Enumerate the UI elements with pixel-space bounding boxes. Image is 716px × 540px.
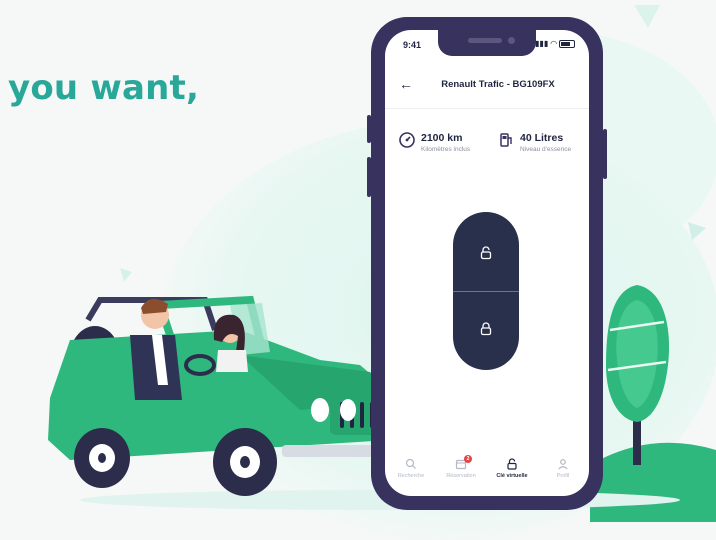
notification-badge: 2 [464,455,472,463]
virtual-key-control [453,212,519,370]
back-arrow-icon[interactable]: ← [399,76,413,92]
wifi-icon: ◠ [550,39,557,48]
battery-icon [559,39,575,48]
unlock-icon[interactable] [479,246,493,260]
tab-reservation[interactable]: 2 Réservation [437,455,485,479]
phone-side-button [367,157,371,197]
decor-triangle [120,268,132,282]
vehicle-title: Renault Trafic - BG109FX [441,79,555,90]
phone-side-button [367,115,371,143]
bottom-tab-bar: Recherche 2 Réservation Clé virtuelle Pr… [385,452,589,496]
phone-side-button [603,129,607,179]
fuel-value: 40 Litres [520,132,564,144]
headline-text: you want, [8,68,200,108]
tab-label: Clé virtuelle [496,473,528,479]
tab-recherche[interactable]: Recherche [387,458,435,479]
ground-hill [590,442,716,522]
tree [606,285,670,465]
fuel-label: Niveau d'essence [520,146,572,153]
tab-profil[interactable]: Profil [539,458,587,479]
user-icon [558,459,568,470]
signal-icon: ▮▮▮ [535,39,549,48]
lock-icon [507,458,517,470]
phone-screen: 9:41 ▮▮▮ ◠ ← Renault Trafic - BG109FX 21… [385,30,589,496]
decor-triangle [634,5,660,28]
decor-triangle [688,222,706,240]
fuel-pump-icon [500,133,512,147]
tab-label: Profil [556,473,570,479]
tab-label: Réservation [446,473,476,479]
status-time: 9:41 [403,40,422,50]
search-icon [405,458,416,469]
marketing-scene: you want, 9:41 ▮▮▮ ◠ ← Renault Trafic - … [0,0,716,540]
green-jeep [48,295,410,496]
speedometer-icon [399,132,415,148]
lock-icon[interactable] [479,322,493,336]
kilometers-value: 2100 km [421,132,463,144]
status-icons: ▮▮▮ ◠ [535,39,575,48]
phone-notch [438,30,536,56]
app-header: ← Renault Trafic - BG109FX [385,74,589,100]
tab-label: Recherche [397,473,425,479]
kilometers-label: Kilomètres inclus [421,146,471,153]
divider [385,108,589,109]
tab-cle-virtuelle[interactable]: Clé virtuelle [488,458,536,479]
key-divider [453,291,519,292]
